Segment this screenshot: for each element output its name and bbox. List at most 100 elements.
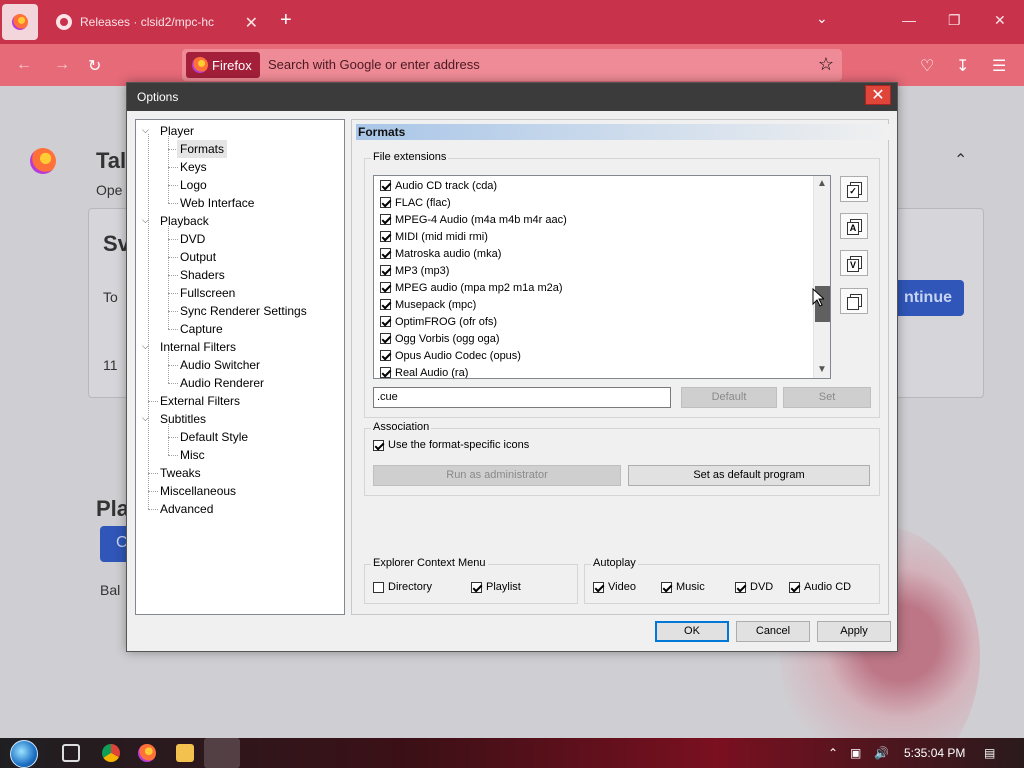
chrome-icon[interactable] bbox=[102, 744, 120, 762]
extension-checkbox[interactable] bbox=[380, 265, 391, 276]
volume-icon[interactable]: 🔊 bbox=[874, 746, 889, 760]
bookmark-star-icon[interactable]: ☆ bbox=[818, 54, 834, 75]
search-engine-chip[interactable]: Firefox bbox=[186, 52, 260, 78]
firefox-view-button[interactable] bbox=[2, 4, 38, 40]
tree-item-fullscreen[interactable]: Fullscreen bbox=[180, 284, 235, 302]
extension-input[interactable]: .cue bbox=[373, 387, 671, 408]
tree-item-player[interactable]: Player bbox=[160, 122, 194, 140]
video-checkbox-box[interactable] bbox=[593, 581, 604, 593]
scroll-down-icon[interactable]: ▼ bbox=[817, 364, 827, 375]
extension-item[interactable]: FLAC (flac) bbox=[380, 194, 451, 211]
start-button-icon[interactable] bbox=[10, 740, 38, 768]
task-view-icon[interactable] bbox=[62, 744, 80, 762]
extension-checkbox[interactable] bbox=[380, 350, 391, 361]
clock[interactable]: 5:35:04 PM bbox=[904, 746, 965, 760]
tree-item-tweaks[interactable]: Tweaks bbox=[160, 464, 201, 482]
new-tab-button[interactable]: + bbox=[280, 10, 292, 30]
extension-checkbox[interactable] bbox=[380, 248, 391, 259]
default-button[interactable]: Default bbox=[681, 387, 777, 408]
tree-item-subtitles[interactable]: Subtitles bbox=[160, 410, 206, 428]
cancel-button[interactable]: Cancel bbox=[736, 621, 810, 642]
playlist-checkbox-box[interactable] bbox=[471, 581, 482, 593]
address-bar[interactable]: Firefox Search with Google or enter addr… bbox=[182, 49, 842, 81]
scroll-up-icon[interactable]: ▲ bbox=[817, 178, 827, 189]
tree-item-keys[interactable]: Keys bbox=[180, 158, 207, 176]
tree-item-audio-switcher[interactable]: Audio Switcher bbox=[180, 356, 260, 374]
extension-checkbox[interactable] bbox=[380, 214, 391, 225]
extension-checkbox[interactable] bbox=[380, 180, 391, 191]
firefox-taskbar-icon[interactable] bbox=[138, 744, 156, 762]
tree-item-advanced[interactable]: Advanced bbox=[160, 500, 213, 518]
minimize-icon[interactable]: — bbox=[902, 12, 916, 28]
tree-item-sync-renderer-settings[interactable]: Sync Renderer Settings bbox=[180, 302, 307, 320]
tree-item-default-style[interactable]: Default Style bbox=[180, 428, 248, 446]
select-all-icon[interactable]: ✓ bbox=[840, 176, 868, 202]
tree-item-output[interactable]: Output bbox=[180, 248, 216, 266]
music-checkbox[interactable]: Music bbox=[661, 581, 705, 593]
apply-button[interactable]: Apply bbox=[817, 621, 891, 642]
dialog-title-bar[interactable]: Options bbox=[127, 83, 897, 111]
extension-checkbox[interactable] bbox=[380, 282, 391, 293]
extension-item[interactable]: MP3 (mp3) bbox=[380, 262, 449, 279]
extension-checkbox[interactable] bbox=[380, 316, 391, 327]
tree-item-web-interface[interactable]: Web Interface bbox=[180, 194, 254, 212]
extensions-list[interactable]: Real Audio (ra) Opus Audio Codec (opus) Og… bbox=[373, 175, 831, 379]
extension-checkbox[interactable] bbox=[380, 231, 391, 242]
ok-button[interactable]: OK bbox=[655, 621, 729, 642]
directory-checkbox[interactable]: Directory bbox=[373, 581, 432, 593]
dvd-checkbox-box[interactable] bbox=[735, 581, 746, 593]
tree-item-shaders[interactable]: Shaders bbox=[180, 266, 225, 284]
extension-item[interactable]: Real Audio (ra) bbox=[380, 364, 468, 378]
video-checkbox[interactable]: Video bbox=[593, 581, 636, 593]
dvd-checkbox[interactable]: DVD bbox=[735, 581, 773, 593]
tree-item-audio-renderer[interactable]: Audio Renderer bbox=[180, 374, 264, 392]
forward-arrow-icon[interactable]: → bbox=[54, 56, 70, 74]
collapse-chevron-icon[interactable]: ⌃ bbox=[954, 150, 967, 170]
extension-item[interactable]: Musepack (mpc) bbox=[380, 296, 476, 313]
restore-icon[interactable]: ❐ bbox=[948, 12, 961, 29]
use-icons-checkbox[interactable]: Use the format-specific icons bbox=[373, 439, 529, 451]
extension-item[interactable]: OptimFROG (ofr ofs) bbox=[380, 313, 497, 330]
mpc-hc-taskbar-icon[interactable] bbox=[204, 738, 240, 768]
tree-item-capture[interactable]: Capture bbox=[180, 320, 223, 338]
audio-cd-checkbox[interactable]: Audio CD bbox=[789, 581, 851, 593]
extension-item[interactable]: Audio CD track (cda) bbox=[380, 177, 497, 194]
directory-checkbox-box[interactable] bbox=[373, 581, 384, 593]
extension-checkbox[interactable] bbox=[380, 299, 391, 310]
tree-item-miscellaneous[interactable]: Miscellaneous bbox=[160, 482, 236, 500]
menu-icon[interactable]: ☰ bbox=[992, 56, 1006, 76]
clear-selection-icon[interactable] bbox=[840, 288, 868, 314]
file-explorer-icon[interactable] bbox=[176, 744, 194, 762]
set-button[interactable]: Set bbox=[783, 387, 871, 408]
extension-item[interactable]: MPEG-4 Audio (m4a m4b m4r aac) bbox=[380, 211, 567, 228]
extension-item[interactable]: Opus Audio Codec (opus) bbox=[380, 347, 521, 364]
window-close-icon[interactable]: ✕ bbox=[994, 12, 1006, 29]
audio-cd-checkbox-box[interactable] bbox=[789, 581, 800, 593]
tree-item-formats[interactable]: Formats bbox=[177, 140, 228, 158]
extension-item[interactable]: MIDI (mid midi rmi) bbox=[380, 228, 488, 245]
tray-overflow-icon[interactable]: ⌃ bbox=[828, 746, 838, 760]
tree-item-dvd[interactable]: DVD bbox=[180, 230, 205, 248]
select-audio-icon[interactable]: A bbox=[840, 213, 868, 239]
tree-item-internal-filters[interactable]: Internal Filters bbox=[160, 338, 236, 356]
extension-checkbox[interactable] bbox=[380, 333, 391, 344]
network-icon[interactable]: ▣ bbox=[850, 746, 861, 760]
playlist-checkbox[interactable]: Playlist bbox=[471, 581, 521, 593]
set-default-program-button[interactable]: Set as default program bbox=[628, 465, 870, 486]
extension-item[interactable]: Ogg Vorbis (ogg oga) bbox=[380, 330, 500, 347]
browser-tab[interactable]: Releases · clsid2/mpc-hc ✕ bbox=[46, 4, 268, 40]
extension-item[interactable]: MPEG audio (mpa mp2 m1a m2a) bbox=[380, 279, 563, 296]
reload-icon[interactable]: ↻ bbox=[88, 56, 101, 76]
back-arrow-icon[interactable]: ← bbox=[16, 56, 32, 74]
downloads-icon[interactable]: ↧ bbox=[956, 56, 969, 76]
extensions-scrollbar[interactable]: ▲ ▼ bbox=[813, 176, 830, 378]
pocket-icon[interactable]: ♡ bbox=[920, 56, 934, 76]
tab-close-icon[interactable]: ✕ bbox=[245, 13, 258, 33]
tree-item-external-filters[interactable]: External Filters bbox=[160, 392, 240, 410]
dialog-close-button[interactable]: ✕ bbox=[865, 85, 891, 105]
run-as-admin-button[interactable]: Run as administrator bbox=[373, 465, 621, 486]
extension-item[interactable]: Matroska audio (mka) bbox=[380, 245, 501, 262]
notifications-icon[interactable]: ▤ bbox=[984, 746, 995, 760]
list-all-tabs-chevron-icon[interactable]: ⌄ bbox=[816, 10, 828, 27]
options-tree[interactable]: ⌵ Player Formats Keys Logo Web Interface ⌵ Play… bbox=[135, 119, 345, 615]
